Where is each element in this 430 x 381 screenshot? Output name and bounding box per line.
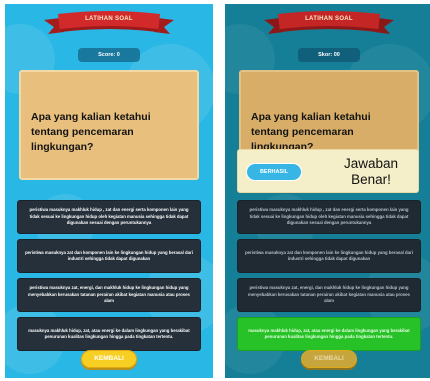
ribbon-banner-icon <box>44 11 174 34</box>
banner-title: LATIHAN SOAL <box>305 16 353 22</box>
answer-option-2[interactable]: peristiwa masuknya zat dan komponen lain… <box>237 239 421 273</box>
back-button[interactable]: KEMBALI <box>301 350 357 368</box>
answer-option-1[interactable]: peristiwa masuknya makhluk hidup , zat d… <box>237 200 421 234</box>
result-message: Jawaban Benar! <box>343 156 399 187</box>
answer-option-2[interactable]: peristiwa masuknya zat dan komponen lain… <box>17 239 201 273</box>
back-button[interactable]: KEMBALI <box>81 350 137 368</box>
title-ribbon: LATIHAN SOAL <box>264 10 394 40</box>
result-popup: BERHASIL Jawaban Benar! <box>237 149 419 193</box>
question-text: Apa yang kalian ketahui tentang pencemar… <box>31 111 151 153</box>
answer-option-3[interactable]: peristiwa masuknya zat, energi, dan makh… <box>17 278 201 312</box>
ribbon-banner-icon <box>264 11 394 34</box>
answer-option-4[interactable]: masuknya makhluk hidup, zat, atau energi… <box>17 317 201 351</box>
score-display: Skor: 00 <box>298 48 360 62</box>
answer-list: peristiwa masuknya makhluk hidup , zat d… <box>237 200 421 356</box>
question-card: Apa yang kalian ketahui tentang pencemar… <box>19 70 199 180</box>
result-status-badge: BERHASIL <box>246 163 302 181</box>
answer-option-1[interactable]: peristiwa masuknya makhluk hidup , zat d… <box>17 200 201 234</box>
answer-option-4-correct[interactable]: masuknya makhluk hidup, zat, atau energi… <box>237 317 421 351</box>
answer-option-3[interactable]: peristiwa masuknya zat, energi, dan makh… <box>237 278 421 312</box>
quiz-screen-question: LATIHAN SOAL Score: 0 Apa yang kalian ke… <box>5 4 213 378</box>
title-ribbon: LATIHAN SOAL <box>44 10 174 40</box>
quiz-screen-correct: LATIHAN SOAL Skor: 00 Apa yang kalian ke… <box>225 4 430 378</box>
score-display: Score: 0 <box>78 48 140 62</box>
answer-list: peristiwa masuknya makhluk hidup , zat d… <box>17 200 201 356</box>
banner-title: LATIHAN SOAL <box>85 16 133 22</box>
